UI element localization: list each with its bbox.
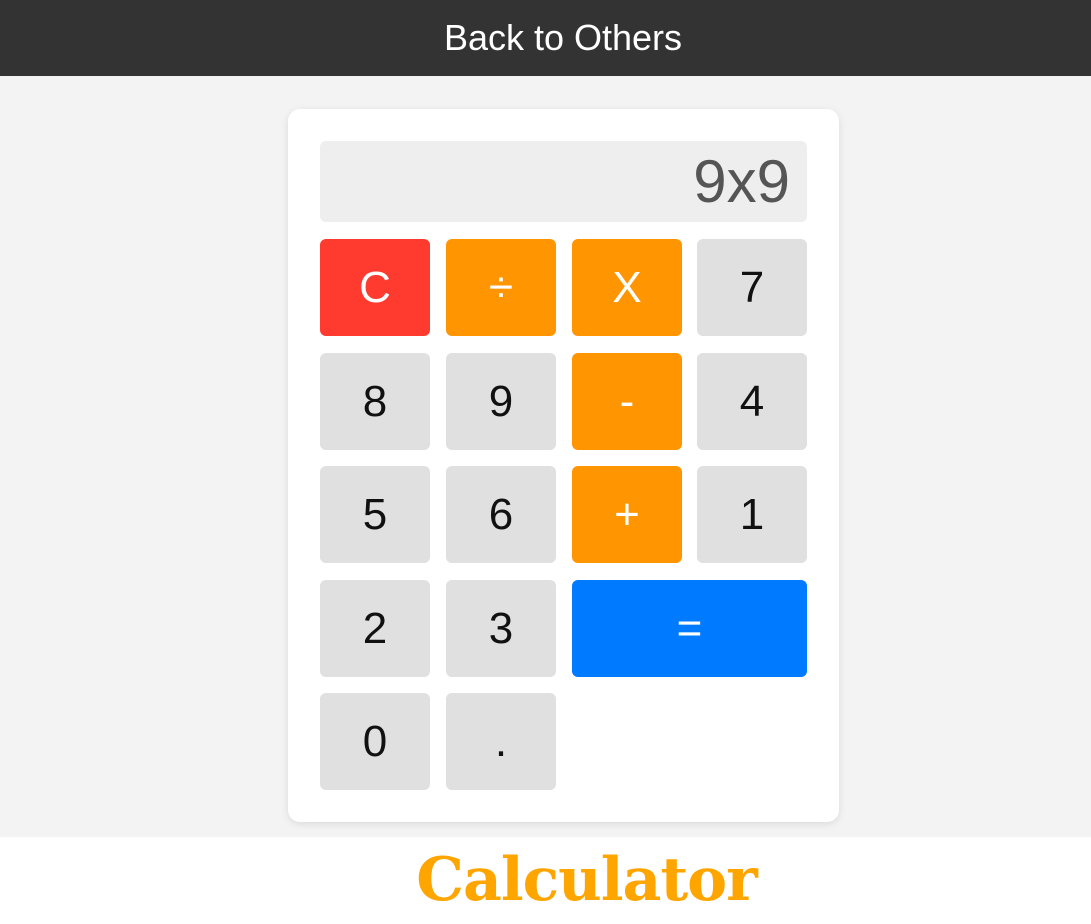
digit-4-button[interactable]: 4 — [697, 353, 807, 450]
digit-8-button[interactable]: 8 — [320, 353, 430, 450]
multiply-button[interactable]: X — [572, 239, 682, 336]
digit-7-button[interactable]: 7 — [697, 239, 807, 336]
main-area: 9x9 C ÷ X 7 8 9 - 4 5 6 + 1 2 3 = 0 . — [0, 76, 1091, 837]
equals-button[interactable]: = — [572, 580, 807, 677]
digit-6-button[interactable]: 6 — [446, 466, 556, 563]
top-nav-bar: Back to Others — [0, 0, 1091, 76]
digit-0-button[interactable]: 0 — [320, 693, 430, 790]
digit-2-button[interactable]: 2 — [320, 580, 430, 677]
footer: Calculator — [0, 845, 1091, 924]
page-title: Calculator — [416, 845, 758, 915]
plus-button[interactable]: + — [572, 466, 682, 563]
decimal-button[interactable]: . — [446, 693, 556, 790]
digit-1-button[interactable]: 1 — [697, 466, 807, 563]
digit-5-button[interactable]: 5 — [320, 466, 430, 563]
back-to-others-link[interactable]: Back to Others — [409, 0, 682, 76]
digit-9-button[interactable]: 9 — [446, 353, 556, 450]
clear-button[interactable]: C — [320, 239, 430, 336]
minus-button[interactable]: - — [572, 353, 682, 450]
divide-button[interactable]: ÷ — [446, 239, 556, 336]
calculator-card: 9x9 C ÷ X 7 8 9 - 4 5 6 + 1 2 3 = 0 . — [288, 109, 839, 822]
calculator-display: 9x9 — [320, 141, 807, 222]
digit-3-button[interactable]: 3 — [446, 580, 556, 677]
